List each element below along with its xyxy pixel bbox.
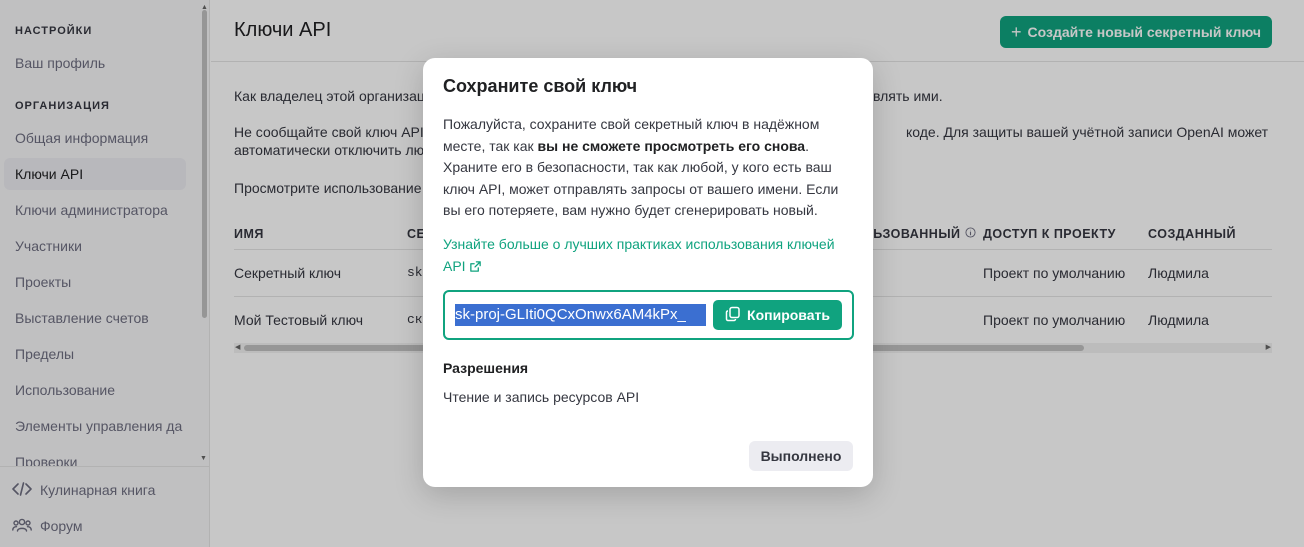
- copy-button-label: Копировать: [747, 307, 830, 323]
- dialog-title: Сохраните свой ключ: [443, 76, 638, 96]
- done-button[interactable]: Выполнено: [749, 441, 853, 471]
- dialog-text-bold: вы не сможете просмотреть его снова: [537, 137, 806, 154]
- permissions-value: Чтение и запись ресурсов API: [443, 389, 640, 405]
- dialog-description: Пожалуйста, сохраните свой секретный клю…: [443, 114, 855, 222]
- copy-button[interactable]: Копировать: [713, 300, 842, 330]
- best-practices-link-label: Узнайте больше о лучших практиках исполь…: [443, 236, 835, 274]
- external-link-icon: [469, 257, 482, 279]
- copy-icon: [725, 306, 741, 325]
- permissions-title: Разрешения: [443, 360, 529, 376]
- secret-key-field[interactable]: sk-proj-GLIti0QCxOnwx6AM4kPx_ Копировать: [443, 290, 854, 340]
- best-practices-link[interactable]: Узнайте больше о лучших практиках исполь…: [443, 233, 855, 279]
- save-key-dialog: Сохраните свой ключ Пожалуйста, сохранит…: [423, 58, 873, 487]
- secret-key-value[interactable]: sk-proj-GLIti0QCxOnwx6AM4kPx_: [455, 304, 706, 326]
